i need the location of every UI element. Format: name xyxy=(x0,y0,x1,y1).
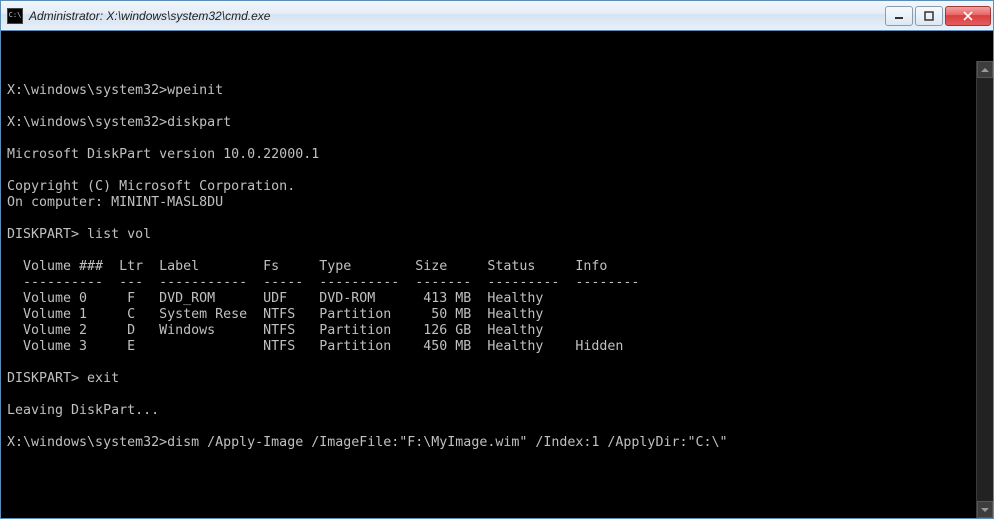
cmd-icon: C:\ xyxy=(7,8,23,24)
maximize-button[interactable] xyxy=(915,6,943,26)
terminal[interactable]: X:\windows\system32>wpeinit X:\windows\s… xyxy=(1,31,993,487)
chevron-down-icon xyxy=(981,507,989,513)
chevron-up-icon xyxy=(981,67,989,73)
window-controls xyxy=(883,6,991,26)
terminal-area: X:\windows\system32>wpeinit X:\windows\s… xyxy=(1,31,993,518)
cmd-window: C:\ Administrator: X:\windows\system32\c… xyxy=(0,0,994,519)
scroll-up-button[interactable] xyxy=(977,61,993,78)
content-area: X:\windows\system32>wpeinit X:\windows\s… xyxy=(1,31,993,518)
scroll-track[interactable] xyxy=(977,78,993,501)
titlebar[interactable]: C:\ Administrator: X:\windows\system32\c… xyxy=(1,1,993,31)
terminal-output: X:\windows\system32>wpeinit X:\windows\s… xyxy=(7,67,987,451)
minimize-button[interactable] xyxy=(885,6,913,26)
close-icon xyxy=(962,11,974,21)
scroll-down-button[interactable] xyxy=(977,501,993,518)
minimize-icon xyxy=(894,11,904,21)
close-button[interactable] xyxy=(945,6,991,26)
maximize-icon xyxy=(924,11,934,21)
scrollbar[interactable] xyxy=(976,61,993,518)
window-title: Administrator: X:\windows\system32\cmd.e… xyxy=(29,9,883,23)
